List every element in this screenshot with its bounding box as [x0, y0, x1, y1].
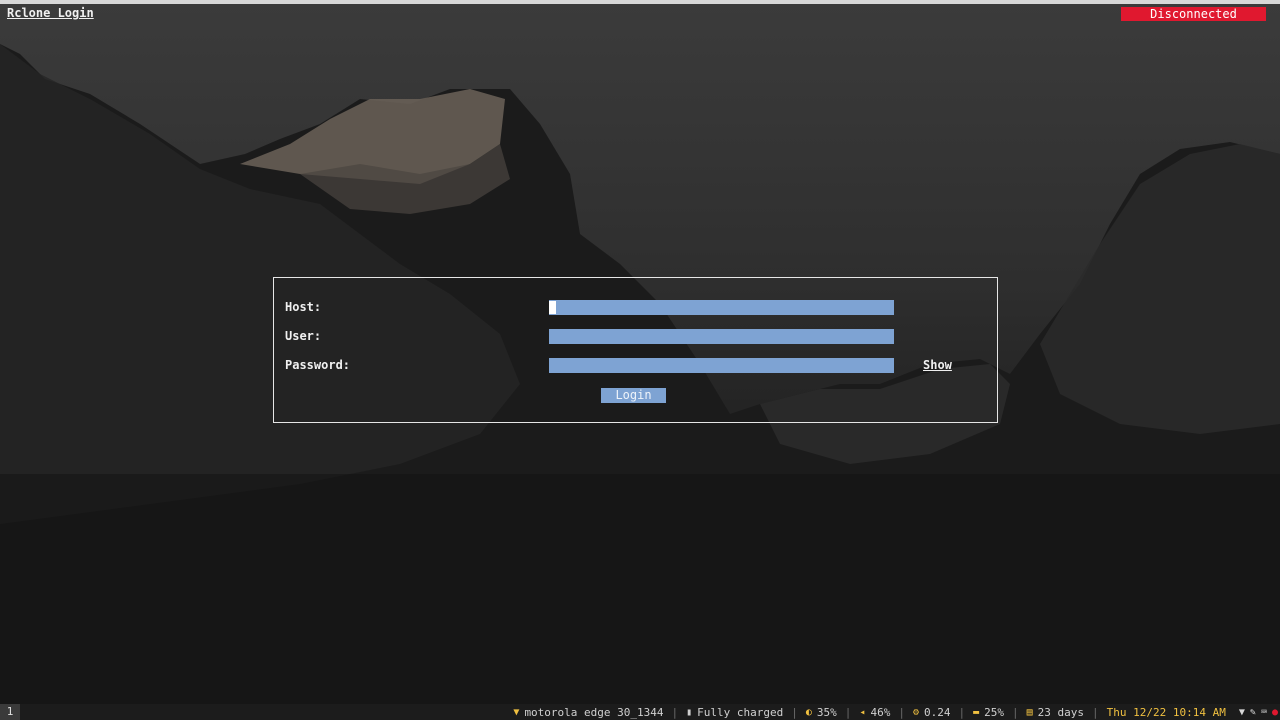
- clock: Thu 12/22 10:14 AM: [1107, 706, 1226, 719]
- login-button[interactable]: Login: [601, 388, 666, 403]
- memory-icon: ▬: [973, 706, 980, 718]
- tray-pen-icon[interactable]: ✎: [1250, 707, 1256, 718]
- workspace-indicator[interactable]: 1: [0, 704, 20, 720]
- clock-text: Thu 12/22 10:14 AM: [1106, 705, 1226, 719]
- user-label: User:: [285, 329, 322, 343]
- battery-icon: ▮: [686, 706, 693, 718]
- calendar-icon: ▤: [1026, 706, 1033, 718]
- uptime-text: 23 days: [1037, 705, 1085, 719]
- wifi-status: ▼ motorola edge 30_1344: [513, 706, 663, 719]
- load-text: 0.24: [923, 705, 951, 719]
- text-cursor: [549, 301, 556, 314]
- user-input[interactable]: [549, 329, 894, 344]
- separator: |: [1092, 705, 1099, 719]
- separator: |: [791, 705, 798, 719]
- tray-wifi-icon[interactable]: ▼: [1239, 707, 1245, 718]
- wifi-icon: ▼: [513, 706, 520, 718]
- memory-text: 25%: [984, 705, 1005, 719]
- show-password-button[interactable]: Show: [923, 358, 952, 372]
- host-input[interactable]: [549, 300, 894, 315]
- load-status: ⚙ 0.24: [913, 706, 951, 719]
- battery-text: Fully charged: [697, 705, 784, 719]
- memory-status: ▬ 25%: [973, 706, 1004, 719]
- volume-status: ◂ 46%: [859, 706, 890, 719]
- tray-alert-icon[interactable]: ●: [1272, 707, 1278, 718]
- host-label: Host:: [285, 300, 322, 314]
- connection-status-badge: Disconnected: [1121, 7, 1266, 21]
- volume-icon: ◂: [859, 706, 866, 718]
- separator: |: [1012, 705, 1019, 719]
- cpu-load-icon: ⚙: [912, 706, 919, 718]
- brightness-text: 35%: [816, 705, 837, 719]
- status-bar: 1 ▼ motorola edge 30_1344 | ▮ Fully char…: [0, 704, 1280, 720]
- separator: |: [958, 705, 966, 719]
- brightness-status: ◐ 35%: [806, 706, 837, 719]
- uptime-status: ▤ 23 days: [1027, 706, 1084, 719]
- tray-keyboard-icon[interactable]: ⌨: [1261, 707, 1267, 718]
- separator: |: [671, 705, 679, 719]
- password-label: Password:: [285, 358, 351, 372]
- password-input[interactable]: [549, 358, 894, 373]
- app-title: Rclone Login: [7, 6, 94, 20]
- volume-text: 46%: [870, 705, 891, 719]
- separator: |: [898, 705, 905, 719]
- separator: |: [844, 705, 852, 719]
- system-tray: ▼ ✎ ⌨ ●: [1234, 707, 1278, 718]
- wifi-text: motorola edge 30_1344: [524, 705, 664, 719]
- login-dialog: Host: User: Password: Show Login: [273, 277, 998, 423]
- battery-status: ▮ Fully charged: [686, 706, 783, 719]
- brightness-icon: ◐: [805, 706, 812, 718]
